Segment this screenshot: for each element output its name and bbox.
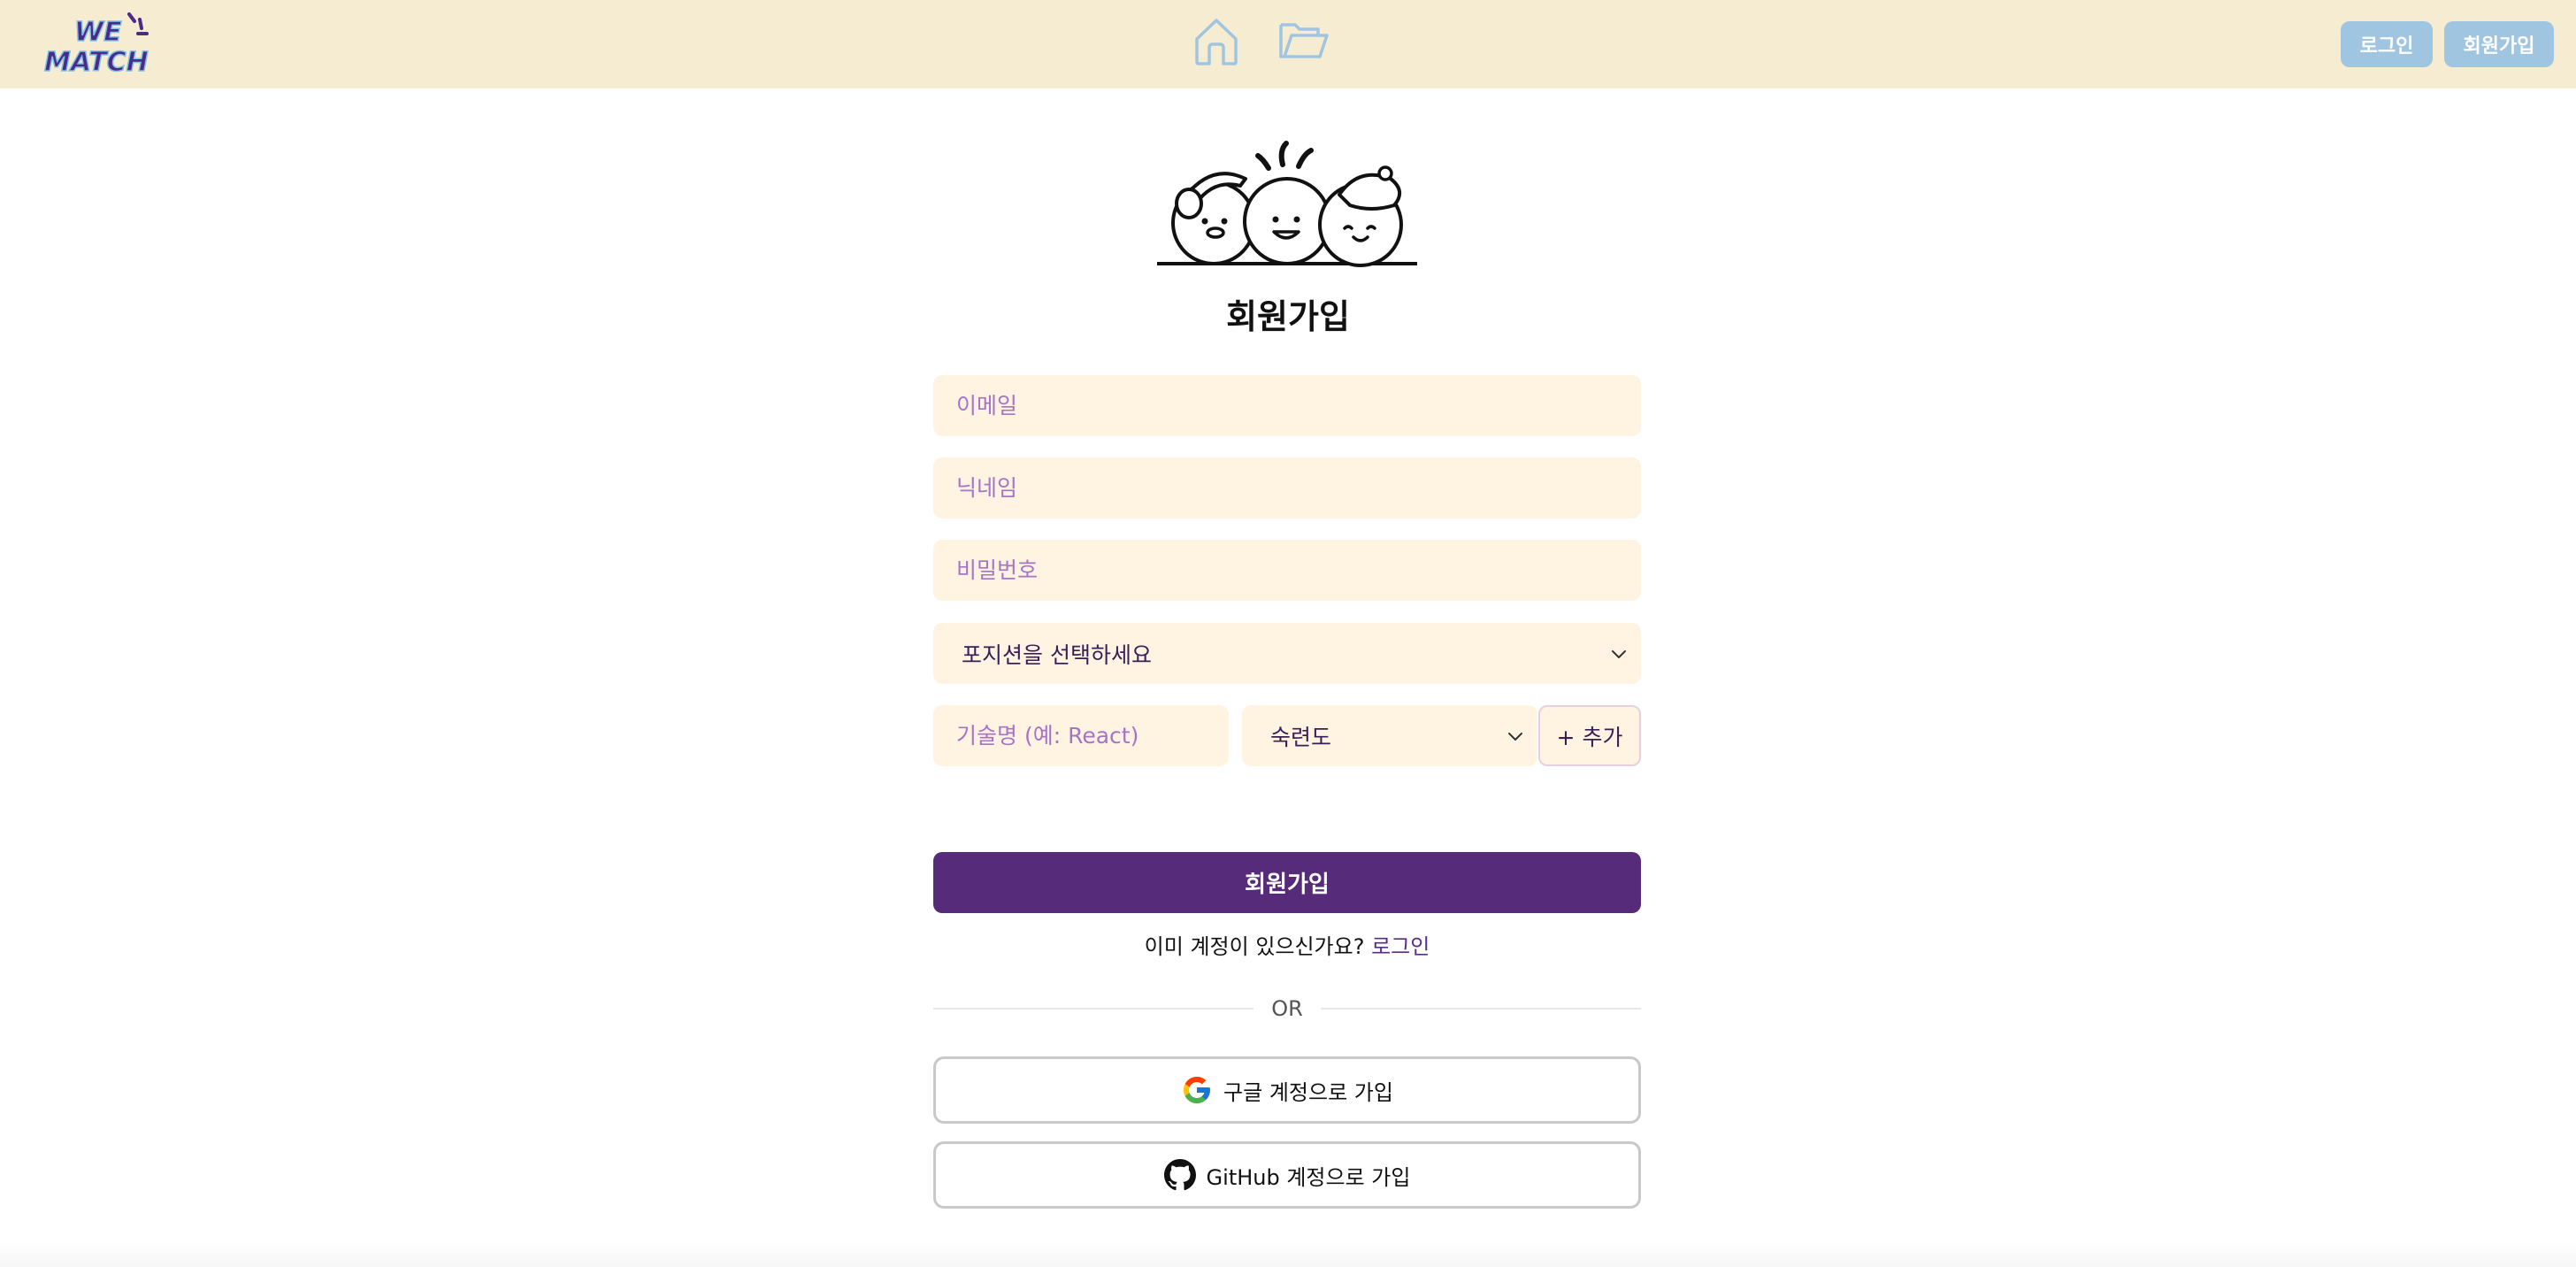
chevron-down-icon <box>1609 644 1629 664</box>
github-signup-label: GitHub 계정으로 가입 <box>1206 1164 1411 1190</box>
skill-level-select[interactable]: 숙련도 <box>1242 705 1537 766</box>
password-input[interactable] <box>933 540 1641 601</box>
or-text: OR <box>1271 996 1303 1021</box>
logo-match: MATCH <box>44 47 149 76</box>
google-icon <box>1181 1074 1213 1106</box>
position-select-value: 포지션을 선택하세요 <box>962 641 1152 668</box>
page-title: 회원가입 <box>1226 297 1350 336</box>
divider-line-right <box>1321 1008 1641 1010</box>
email-input[interactable] <box>933 375 1641 436</box>
position-select[interactable]: 포지션을 선택하세요 <box>933 623 1641 684</box>
github-signup-button[interactable]: GitHub 계정으로 가입 <box>933 1141 1641 1209</box>
wematch-logo[interactable]: WE MATCH <box>42 9 157 76</box>
nickname-input[interactable] <box>933 457 1641 518</box>
signup-submit-button[interactable]: 회원가입 <box>933 852 1641 913</box>
divider-line-left <box>933 1008 1254 1010</box>
already-account-row: 이미 계정이 있으신가요? 로그인 <box>933 931 1641 963</box>
page-bottom-edge <box>0 1242 2576 1267</box>
google-signup-button[interactable]: 구글 계정으로 가입 <box>933 1056 1641 1124</box>
already-account-text: 이미 계정이 있으신가요? <box>1144 934 1365 959</box>
or-divider: OR <box>933 991 1641 1026</box>
login-link[interactable]: 로그인 <box>1371 934 1430 959</box>
skill-level-select-value: 숙련도 <box>1270 724 1332 750</box>
skill-name-input[interactable] <box>933 705 1229 766</box>
add-skill-button[interactable]: + 추가 <box>1538 705 1641 766</box>
home-icon[interactable] <box>1188 12 1245 69</box>
github-icon <box>1163 1159 1196 1191</box>
header-signup-button[interactable]: 회원가입 <box>2444 21 2554 67</box>
top-nav-bar: WE MATCH 로그인 회원가입 <box>0 0 2576 88</box>
logo-we: WE <box>74 17 122 48</box>
mascot-illustration <box>1150 133 1424 288</box>
logo-graphic: WE MATCH <box>43 12 150 76</box>
google-signup-label: 구글 계정으로 가입 <box>1223 1079 1393 1105</box>
header-login-button[interactable]: 로그인 <box>2341 21 2433 67</box>
folder-icon[interactable] <box>1276 12 1332 69</box>
chevron-down-icon <box>1506 726 1525 746</box>
